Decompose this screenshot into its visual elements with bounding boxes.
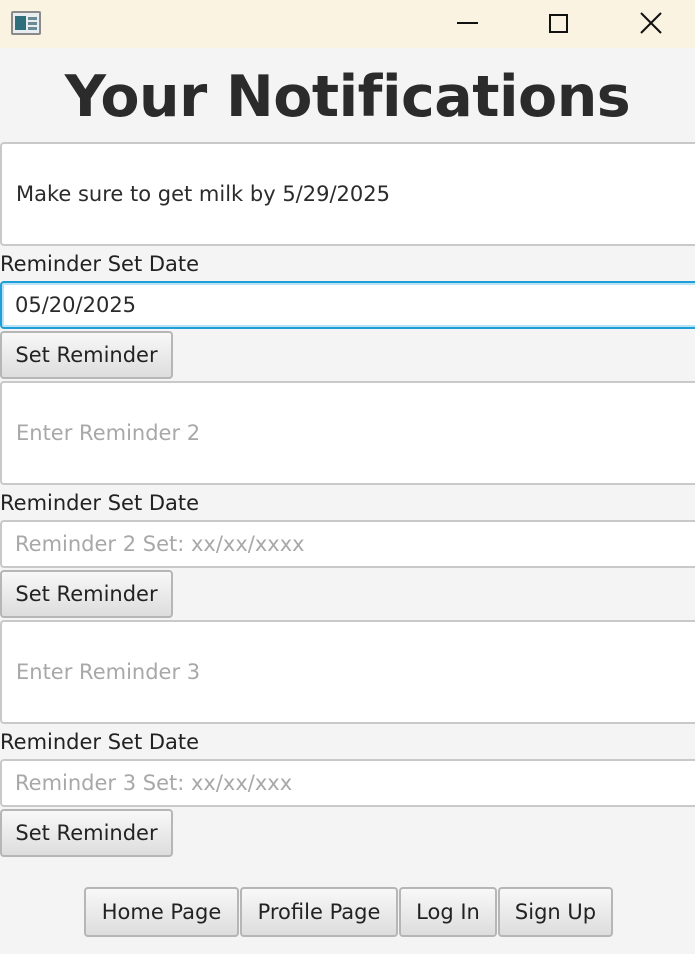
- reminder-2-date-label: Reminder Set Date: [0, 491, 200, 515]
- reminder-3-date-field[interactable]: Reminder 3 Set: xx/xx/xxx: [0, 759, 695, 807]
- app-window-icon: [11, 11, 41, 35]
- reminder-2-text-area[interactable]: Enter Reminder 2: [0, 381, 695, 485]
- minimize-button[interactable]: [444, 0, 490, 46]
- set-reminder-3-button[interactable]: Set Reminder: [0, 809, 173, 857]
- profile-page-button[interactable]: Profile Page: [240, 887, 398, 937]
- home-page-button[interactable]: Home Page: [84, 887, 239, 937]
- log-in-button[interactable]: Log In: [399, 887, 497, 937]
- maximize-button[interactable]: [535, 0, 581, 46]
- reminder-3-date-label: Reminder Set Date: [0, 730, 200, 754]
- reminder-1-date-field[interactable]: 05/20/2025: [0, 281, 695, 329]
- title-bar[interactable]: [0, 0, 695, 48]
- minimize-icon: [456, 22, 478, 24]
- set-reminder-1-button[interactable]: Set Reminder: [0, 331, 173, 379]
- sign-up-button[interactable]: Sign Up: [498, 887, 613, 937]
- reminder-1-text-area[interactable]: Make sure to get milk by 5/29/2025: [0, 142, 695, 246]
- set-reminder-2-button[interactable]: Set Reminder: [0, 570, 173, 618]
- close-icon: [640, 12, 662, 34]
- close-button[interactable]: [628, 0, 674, 46]
- reminder-1-date-label: Reminder Set Date: [0, 252, 200, 276]
- app-window: Your Notifications Make sure to get milk…: [0, 0, 695, 954]
- maximize-icon: [548, 13, 568, 33]
- reminder-2-date-field[interactable]: Reminder 2 Set: xx/xx/xxxx: [0, 520, 695, 568]
- reminder-3-text-area[interactable]: Enter Reminder 3: [0, 620, 695, 724]
- page-title: Your Notifications: [64, 64, 631, 130]
